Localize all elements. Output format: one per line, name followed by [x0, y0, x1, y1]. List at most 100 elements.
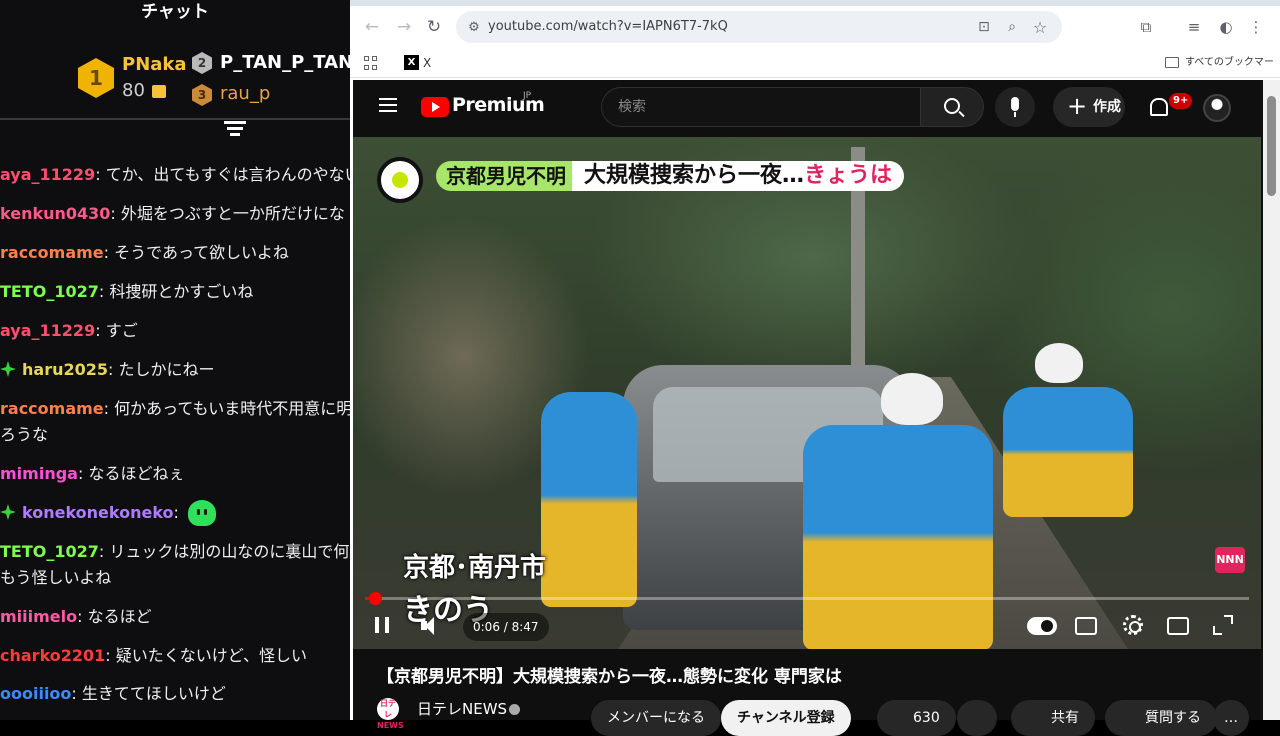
search-placeholder: 検索 — [618, 99, 646, 115]
chat-message: raccomame: 何かあってもいま時代不用意に明 ろうな — [0, 396, 350, 448]
gift-icon — [152, 85, 166, 98]
autoplay-toggle[interactable] — [1027, 617, 1057, 635]
video-player[interactable]: 京都男児不明 大規模捜索から一夜…きょうは 京都･南丹市 きのう NNN 0:0… — [353, 137, 1261, 649]
leaderboard-first-name[interactable]: PNaka — [122, 54, 187, 75]
search-button[interactable] — [920, 87, 984, 127]
scrollbar-thumb[interactable] — [1267, 96, 1276, 196]
location-caption: 京都･南丹市 — [403, 553, 547, 583]
collapse-leaderboard-icon[interactable] — [224, 121, 246, 139]
chat-message: TETO_1027: 科捜研とかすごいね — [0, 282, 254, 301]
site-info-icon[interactable]: ⚙ — [460, 6, 488, 48]
player-controls: 0:06 / 8:47 — [353, 607, 1261, 647]
chat-text: 何かあってもいま時代不用意に明 — [114, 399, 350, 418]
chat-username[interactable]: TETO_1027 — [0, 282, 99, 301]
chat-username[interactable]: haru2025 — [22, 360, 108, 379]
video-scene-officer — [541, 392, 637, 607]
chat-text: なるほど — [87, 607, 152, 626]
browser-toolbar: ← → ↻ ⚙ youtube.com/watch?v=IAPN6T7-7kQ … — [350, 6, 1280, 48]
reload-icon[interactable]: ↻ — [420, 6, 448, 48]
chat-username[interactable]: raccomame — [0, 399, 104, 418]
chat-username[interactable]: aya_11229 — [0, 321, 95, 340]
theater-mode-icon[interactable] — [1167, 617, 1189, 635]
chat-text: 外堀をつぶすと一か所だけにな — [120, 204, 345, 223]
chat-username[interactable]: konekonekoneko — [22, 503, 174, 522]
address-bar[interactable]: ⚙ youtube.com/watch?v=IAPN6T7-7kQ ⊡ ⌕ ☆ — [456, 11, 1062, 43]
subtitles-icon[interactable] — [1075, 617, 1097, 635]
volume-icon[interactable] — [421, 617, 441, 635]
chat-text: たしかにねー — [118, 360, 215, 379]
sparkle-badge-icon — [0, 361, 16, 377]
bookmark-x[interactable]: X — [423, 48, 431, 78]
news-caption-headline: 大規模捜索から一夜…きょうは — [572, 161, 905, 191]
extensions-icon[interactable]: ⧉ — [1132, 6, 1160, 48]
chat-username[interactable]: oooiiioo — [0, 684, 71, 703]
notifications-bell-icon[interactable] — [1147, 94, 1171, 120]
chat-message: kenkun0430: 外堀をつぶすと一か所だけにな — [0, 204, 345, 223]
forward-icon[interactable]: → — [390, 6, 418, 48]
media-controls-icon[interactable]: ≡ — [1180, 6, 1208, 48]
youtube-logo-icon[interactable] — [421, 97, 449, 117]
nnn-watermark: NNN — [1215, 547, 1245, 573]
chat-username[interactable]: kenkun0430 — [0, 204, 110, 223]
settings-gear-icon[interactable] — [1123, 615, 1143, 635]
chat-message: aya_11229: すご — [0, 321, 138, 340]
bookmarks-bar: X X すべてのブックマーク — [350, 48, 1280, 98]
chat-divider — [0, 118, 350, 120]
youtube-header: Premium JP 検索 + 作成 9+ — [353, 80, 1263, 136]
chat-text: 科捜研とかすごいね — [109, 282, 254, 301]
chat-username[interactable]: raccomame — [0, 243, 104, 262]
zoom-icon[interactable]: ⌕ — [998, 6, 1026, 48]
account-avatar[interactable] — [1203, 94, 1231, 122]
install-app-icon[interactable]: ⊡ — [970, 6, 998, 48]
create-button[interactable]: + 作成 — [1053, 87, 1125, 127]
channel-avatar[interactable]: 日テレ NEWS — [377, 698, 404, 730]
slime-emote-icon — [188, 500, 217, 526]
hamburger-menu-icon[interactable] — [379, 98, 397, 112]
bookmark-star-icon[interactable]: ☆ — [1026, 6, 1054, 48]
share-button[interactable]: 共有 — [1011, 700, 1095, 736]
create-label: 作成 — [1093, 99, 1121, 115]
chat-text-continued: ろうな — [0, 425, 49, 444]
chat-text: そうであって欲しいよね — [114, 243, 289, 262]
browser-menu-icon[interactable]: ⋮ — [1242, 6, 1270, 48]
subscribe-button[interactable]: チャンネル登録 — [721, 700, 851, 736]
search-input[interactable]: 検索 — [601, 87, 921, 127]
leaderboard-second-name[interactable]: P_TAN_P_TAN — [220, 52, 350, 73]
dislike-button[interactable] — [957, 700, 997, 736]
apps-grid-icon[interactable] — [364, 56, 378, 70]
progress-scrubber-handle[interactable] — [369, 592, 383, 605]
video-title: 【京都男児不明】大規模捜索から一夜…態勢に変化 専門家は — [377, 667, 842, 687]
chat-title: チャット — [141, 2, 209, 22]
chat-message: miminga: なるほどねぇ — [0, 464, 185, 483]
leaderboard-third-name[interactable]: rau_p — [220, 83, 270, 104]
chat-text: てか、出てもすぐは言わんのやない — [105, 165, 350, 184]
folder-icon[interactable] — [1165, 57, 1179, 68]
ask-question-button[interactable]: 質問する — [1105, 700, 1217, 736]
progress-bar[interactable] — [365, 592, 1249, 605]
voice-search-mic-icon[interactable] — [995, 87, 1035, 127]
leaderboard-first-score: 80 — [122, 80, 145, 101]
region-label: JP — [523, 91, 532, 101]
notification-count-badge: 9+ — [1169, 93, 1193, 109]
chat-message: miiimelo: なるほど — [0, 607, 152, 626]
time-display: 0:06 / 8:47 — [463, 613, 549, 641]
chat-username[interactable]: miiimelo — [0, 607, 77, 626]
chat-username[interactable]: TETO_1027 — [0, 542, 99, 561]
youtube-page: Premium JP 検索 + 作成 9+ 京都男児不明 大規模捜索から一夜…き… — [353, 80, 1263, 736]
sparkle-badge-icon — [0, 504, 16, 520]
profile-icon[interactable]: ◐ — [1212, 6, 1240, 48]
join-membership-button[interactable]: メンバーになる — [591, 700, 721, 736]
gold-medal-icon: 1 — [78, 58, 114, 98]
more-actions-button[interactable]: … — [1213, 700, 1249, 736]
address-bar-url[interactable]: youtube.com/watch?v=IAPN6T7-7kQ — [488, 11, 728, 43]
channel-name[interactable]: 日テレNEWS — [417, 698, 507, 719]
chat-username[interactable]: aya_11229 — [0, 165, 95, 184]
like-button[interactable]: 630 — [877, 700, 956, 736]
pause-icon[interactable] — [375, 617, 389, 633]
back-icon[interactable]: ← — [358, 6, 386, 48]
chat-username[interactable]: charko2201 — [0, 646, 105, 665]
chat-username[interactable]: miminga — [0, 464, 78, 483]
plus-icon: + — [1067, 92, 1088, 120]
x-logo-icon[interactable]: X — [404, 55, 419, 70]
fullscreen-icon[interactable] — [1213, 615, 1233, 635]
